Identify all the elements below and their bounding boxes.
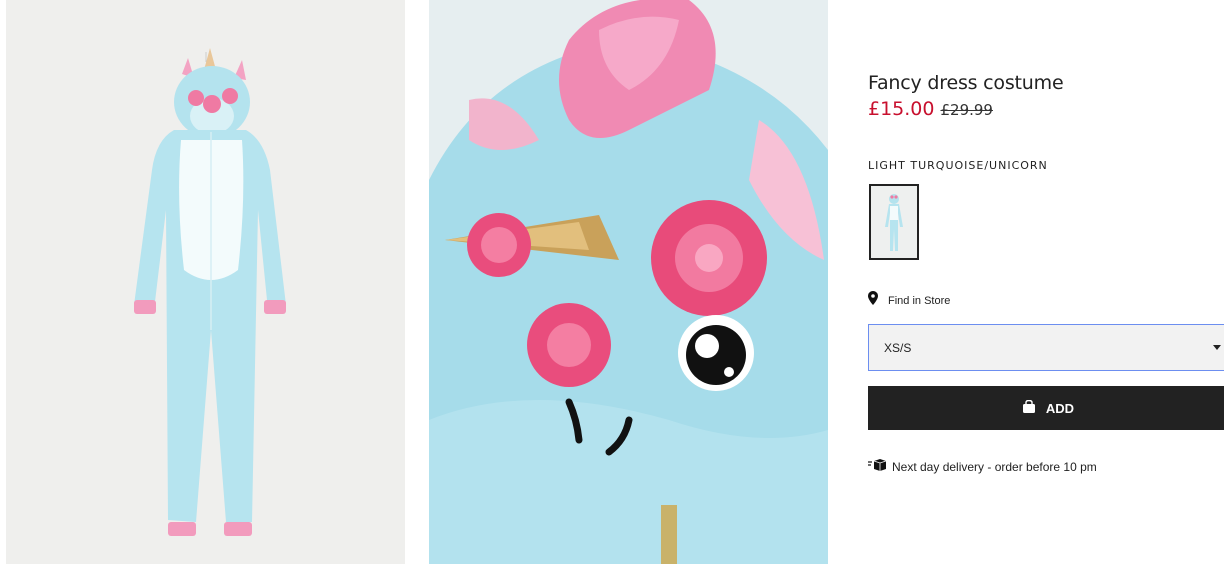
size-select[interactable]: XS/S — [868, 324, 1224, 371]
location-pin-icon — [868, 291, 878, 310]
delivery-info: Next day delivery - order before 10 pm — [868, 459, 1097, 474]
delivery-truck-icon — [868, 459, 887, 474]
product-image-front[interactable] — [6, 0, 405, 564]
chevron-down-icon — [1213, 345, 1221, 350]
delivery-text: Next day delivery - order before 10 pm — [892, 459, 1097, 474]
original-price: £29.99 — [940, 101, 993, 119]
swatch-thumbnail — [874, 189, 914, 255]
unicorn-onesie-illustration — [6, 0, 405, 564]
find-in-store-label: Find in Store — [888, 294, 951, 307]
unicorn-hood-closeup-illustration — [429, 0, 828, 564]
find-in-store-link[interactable]: Find in Store — [868, 291, 950, 310]
color-label: LIGHT TURQUOISE/UNICORN — [868, 159, 1048, 172]
size-select-value: XS/S — [884, 340, 912, 355]
sale-price: £15.00 — [868, 98, 935, 120]
add-to-bag-button[interactable]: ADD — [868, 386, 1224, 430]
product-image-detail[interactable] — [429, 0, 828, 564]
shopping-bag-icon — [1022, 399, 1036, 416]
product-title: Fancy dress costume — [868, 72, 1064, 94]
product-info-panel: Fancy dress costume £15.00 £29.99 LIGHT … — [868, 0, 1224, 564]
price-row: £15.00 £29.99 — [868, 98, 993, 120]
color-swatch-light-turquoise[interactable] — [869, 184, 919, 260]
add-button-label: ADD — [1045, 400, 1075, 416]
